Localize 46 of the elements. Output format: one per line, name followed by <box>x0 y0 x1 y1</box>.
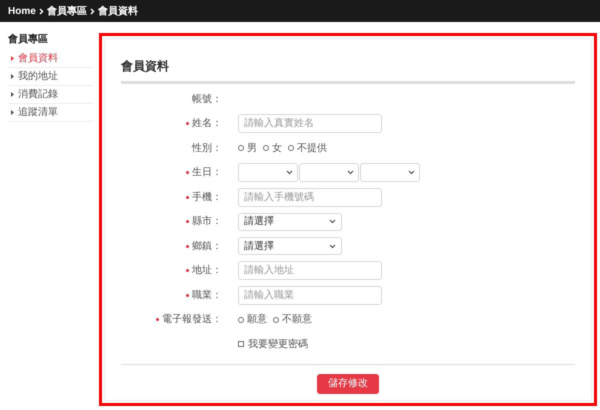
chevron-down-icon <box>408 170 415 176</box>
form-title: 會員資料 <box>121 57 575 84</box>
triangle-right-icon <box>11 92 14 97</box>
breadcrumb-link[interactable]: 會員資料 <box>98 4 138 18</box>
radio-option[interactable]: 男 <box>238 140 257 156</box>
radio-option[interactable]: 不提供 <box>288 140 327 156</box>
breadcrumb-link[interactable]: 會員專區 <box>46 4 87 18</box>
radio-option[interactable]: 不願意 <box>273 312 312 328</box>
breadcrumb-link[interactable]: Home <box>8 4 36 18</box>
field-label: 地址： <box>186 263 222 278</box>
field-label: 帳號： <box>192 92 222 107</box>
field-label: 電子報發送： <box>156 312 222 328</box>
chevron-down-icon <box>347 170 354 176</box>
field-label: 性別： <box>192 142 222 156</box>
chevron-right-icon <box>90 8 95 14</box>
field-label: 手機： <box>186 190 222 205</box>
sidebar-item[interactable]: 追蹤清單 <box>8 104 93 122</box>
checkbox-option[interactable]: 我要變更密碼 <box>238 336 308 352</box>
save-button[interactable]: 儲存修改 <box>317 374 379 394</box>
triangle-right-icon <box>11 74 14 79</box>
dropdown-field[interactable]: 請選擇 <box>238 237 342 256</box>
chevron-down-icon <box>286 170 293 176</box>
sidebar-title: 會員專區 <box>8 32 49 47</box>
text-field[interactable]: 請輸入地址 <box>238 261 382 280</box>
text-field[interactable]: 請輸入真實姓名 <box>238 114 382 134</box>
text-field[interactable]: 請輸入手機號碼 <box>238 188 382 207</box>
dropdown-field[interactable] <box>238 163 298 182</box>
dropdown-field[interactable] <box>299 163 359 182</box>
dropdown-field[interactable]: 請選擇 <box>238 212 342 231</box>
radio-option[interactable]: 願意 <box>238 312 267 328</box>
dropdown-field[interactable] <box>360 163 420 182</box>
field-label: 鄉鎮： <box>186 238 222 254</box>
field-label: 縣市： <box>186 214 222 230</box>
text-field[interactable]: 請輸入職業 <box>238 286 382 305</box>
field-label: 職業： <box>186 288 222 303</box>
triangle-right-icon <box>11 110 14 115</box>
chevron-right-icon <box>38 8 44 14</box>
chevron-down-icon <box>329 219 336 224</box>
field-label: 姓名： <box>186 116 222 132</box>
sidebar-item[interactable]: 我的地址 <box>8 68 93 86</box>
triangle-right-icon <box>11 56 14 61</box>
chevron-down-icon <box>329 244 336 249</box>
radio-option[interactable]: 女 <box>263 140 282 156</box>
sidebar-item[interactable]: 消費記錄 <box>8 86 93 104</box>
field-label: 生日： <box>186 165 222 180</box>
sidebar-item[interactable]: 會員資料 <box>8 50 93 68</box>
